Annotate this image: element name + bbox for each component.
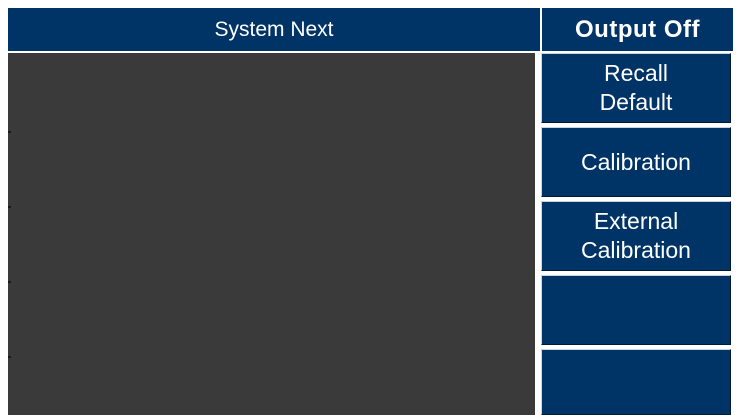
softkey-label-line1: Recall xyxy=(604,60,668,86)
softkey-panel: Recall Default Calibration External Cali… xyxy=(541,53,733,415)
softkey-blank-5[interactable] xyxy=(541,349,731,415)
display-area xyxy=(8,53,535,415)
instrument-screen: System Next Output Off Recall Default Ca… xyxy=(8,8,733,415)
softkey-label-line1: Calibration xyxy=(581,148,691,175)
display-tick-mark xyxy=(8,131,11,133)
softkey-external-calibration[interactable]: External Calibration xyxy=(541,201,731,271)
softkey-label-line2: Calibration xyxy=(581,237,691,263)
softkey-recall-default[interactable]: Recall Default xyxy=(541,53,731,123)
display-tick-mark xyxy=(8,281,11,283)
output-status-indicator: Output Off xyxy=(542,8,733,51)
softkey-calibration[interactable]: Calibration xyxy=(541,127,731,197)
menu-title: System Next xyxy=(8,8,540,51)
softkey-label-line2: Default xyxy=(599,89,673,115)
display-tick-mark xyxy=(8,356,11,358)
display-tick-mark xyxy=(8,206,11,208)
softkey-label-line1: External xyxy=(593,208,679,234)
softkey-blank-4[interactable] xyxy=(541,275,731,345)
